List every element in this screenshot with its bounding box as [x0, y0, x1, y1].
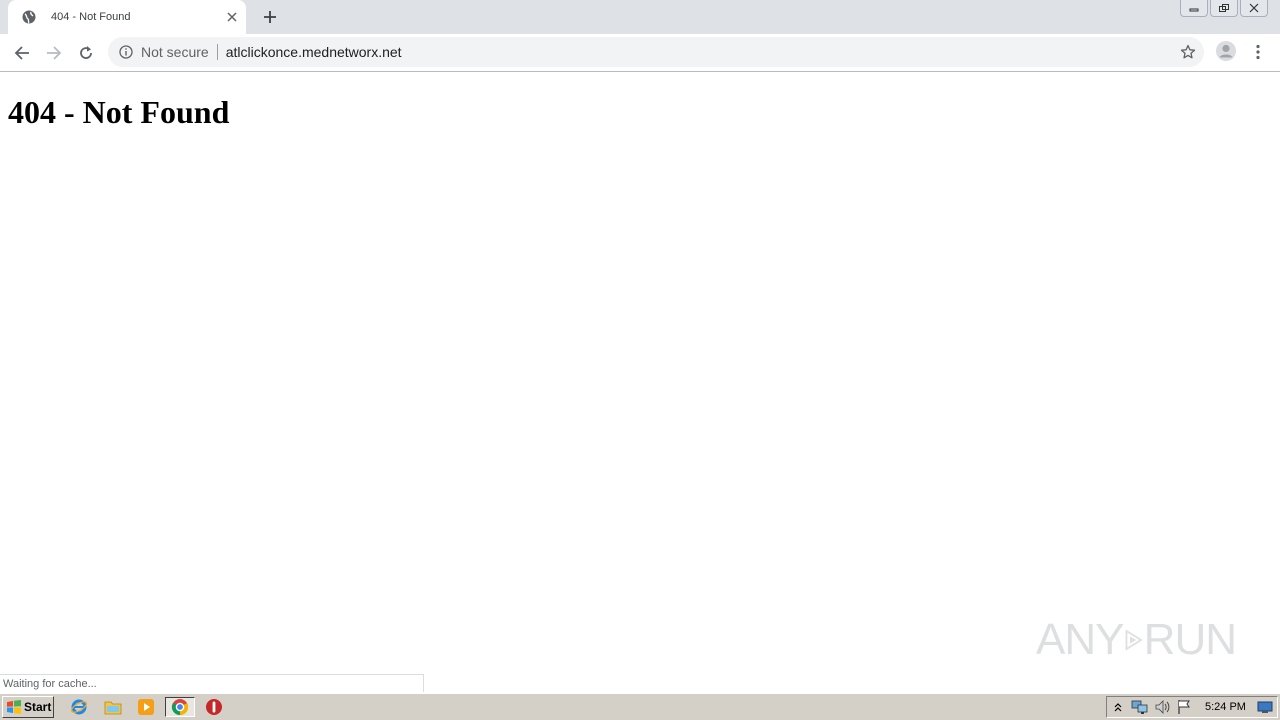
tab-title: 404 - Not Found — [51, 11, 131, 23]
status-bubble: Waiting for cache... — [0, 674, 424, 692]
browser-toolbar: Not secure atlclickonce.mednetworx.net — [0, 34, 1280, 72]
omnibox-separator — [216, 44, 218, 60]
page-content: 404 - Not Found ANY RUN Waiting for cach… — [0, 72, 1280, 692]
profile-icon[interactable] — [1215, 40, 1237, 62]
start-label: Start — [24, 700, 52, 714]
close-icon[interactable] — [1240, 0, 1268, 17]
explorer-icon[interactable] — [102, 697, 124, 717]
menu-icon[interactable] — [1248, 41, 1268, 63]
address-bar[interactable]: Not secure atlclickonce.mednetworx.net — [108, 37, 1204, 67]
info-icon[interactable] — [118, 44, 134, 60]
stop-icon[interactable] — [203, 697, 225, 717]
globe-icon — [21, 9, 37, 25]
chevron-up-icon[interactable] — [1107, 697, 1129, 717]
restore-icon[interactable] — [1210, 0, 1238, 17]
security-label[interactable]: Not secure — [141, 44, 209, 60]
play-logo-icon — [1126, 629, 1144, 651]
url-text[interactable]: atlclickonce.mednetworx.net — [226, 44, 1178, 60]
windows-logo-icon — [7, 700, 21, 714]
network-icon[interactable] — [1129, 697, 1151, 717]
taskbar: Start 5:24 PM — [0, 693, 1280, 720]
system-tray: 5:24 PM — [1106, 696, 1278, 718]
forward-icon[interactable] — [40, 39, 68, 67]
plus-icon[interactable] — [258, 6, 282, 28]
star-icon[interactable] — [1178, 42, 1198, 62]
start-button[interactable]: Start — [2, 696, 54, 718]
watermark-right-text: RUN — [1143, 615, 1237, 664]
minimize-icon[interactable] — [1180, 0, 1208, 17]
show-desktop-icon[interactable] — [1254, 697, 1276, 717]
volume-icon[interactable] — [1151, 697, 1173, 717]
tab-close-icon[interactable] — [224, 9, 240, 25]
back-icon[interactable] — [8, 39, 36, 67]
tab-strip: 404 - Not Found — [0, 0, 1280, 34]
window-controls — [1178, 0, 1268, 18]
anyrun-watermark: ANY RUN — [1036, 608, 1237, 672]
page-heading: 404 - Not Found — [8, 94, 230, 130]
media-player-icon[interactable] — [135, 697, 157, 717]
reload-icon[interactable] — [72, 39, 100, 67]
clock[interactable]: 5:24 PM — [1205, 701, 1246, 713]
browser-tab[interactable]: 404 - Not Found — [8, 0, 246, 34]
chrome-icon[interactable] — [165, 697, 195, 717]
ie-icon[interactable] — [68, 697, 90, 717]
watermark-left-text: ANY — [1036, 615, 1124, 664]
flag-icon[interactable] — [1173, 697, 1195, 717]
